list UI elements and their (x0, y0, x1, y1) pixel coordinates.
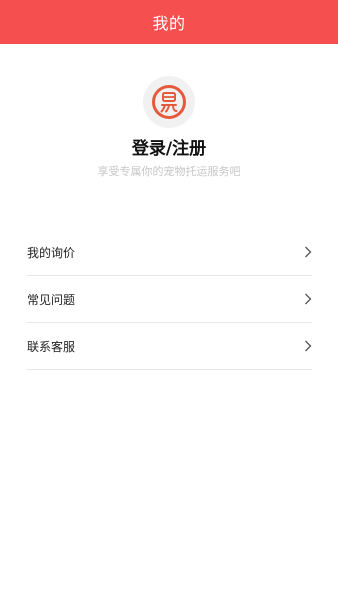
profile-section: 登录/注册 享受专属你的宠物托运服务吧 (0, 76, 338, 180)
chevron-right-icon (304, 293, 312, 305)
menu-item-contact-support[interactable]: 联系客服 (27, 323, 312, 370)
menu-item-label: 我的询价 (27, 245, 76, 260)
login-register-link[interactable]: 登录/注册 (132, 138, 206, 160)
profile-subtitle: 享受专属你的宠物托运服务吧 (97, 165, 241, 178)
top-bar: 我的 (0, 0, 338, 44)
avatar[interactable] (143, 76, 195, 128)
menu-item-faq[interactable]: 常见问题 (27, 276, 312, 323)
menu-list: 我的询价 常见问题 联系客服 (27, 229, 312, 370)
logo-icon (152, 85, 186, 119)
page-title: 我的 (152, 14, 186, 33)
menu-item-label: 常见问题 (27, 292, 76, 307)
chevron-right-icon (304, 246, 312, 258)
menu-item-label: 联系客服 (27, 339, 76, 354)
chevron-right-icon (304, 340, 312, 352)
menu-item-my-inquiries[interactable]: 我的询价 (27, 229, 312, 276)
